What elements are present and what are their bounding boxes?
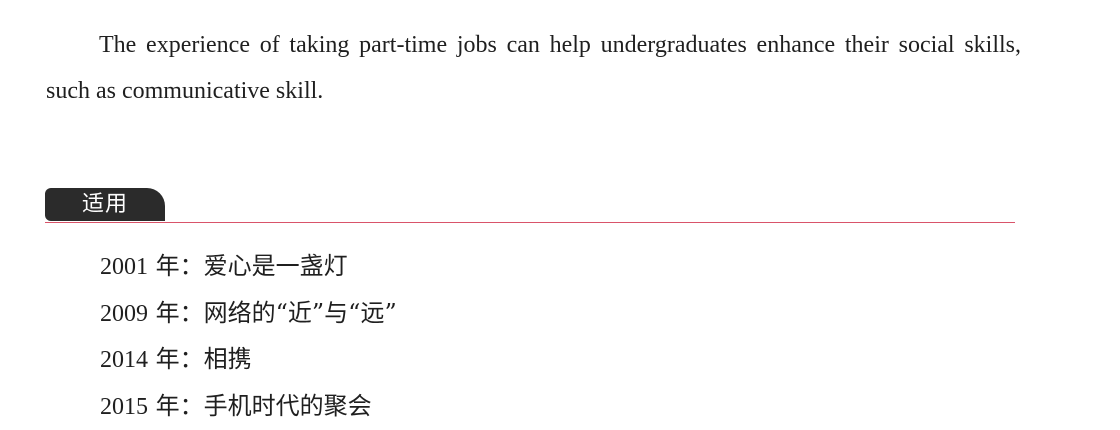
topic-title: 爱心是一盏灯 [203, 252, 348, 280]
list-item: 2009 年：网络的“近”与“远” [100, 290, 397, 337]
topic-title: 相携 [203, 345, 252, 373]
year-suffix: 年： [148, 391, 204, 420]
section-divider [45, 222, 1015, 223]
list-item: 2014 年：相携 [100, 336, 397, 383]
list-item: 2001 年：爱心是一盏灯 [100, 243, 397, 290]
topic-title: 手机时代的聚会 [203, 391, 372, 420]
body-paragraph: The experience of taking part-time jobs … [46, 32, 1021, 104]
year-suffix: 年： [148, 252, 204, 280]
year-number: 2014 [100, 347, 148, 373]
topic-title: 网络的“近”与“远” [203, 298, 397, 327]
section-tag-label: 适用 [81, 192, 128, 217]
year-suffix: 年： [148, 298, 204, 327]
year-topic-list: 2001 年：爱心是一盏灯 2009 年：网络的“近”与“远” 2014 年：相… [100, 243, 397, 429]
list-item: 2015 年：手机时代的聚会 [100, 383, 397, 430]
year-suffix: 年： [148, 345, 204, 373]
year-number: 2009 [100, 300, 148, 327]
year-number: 2015 [100, 393, 148, 420]
section-tag: 适用 [45, 188, 165, 221]
year-number: 2001 [100, 254, 148, 280]
